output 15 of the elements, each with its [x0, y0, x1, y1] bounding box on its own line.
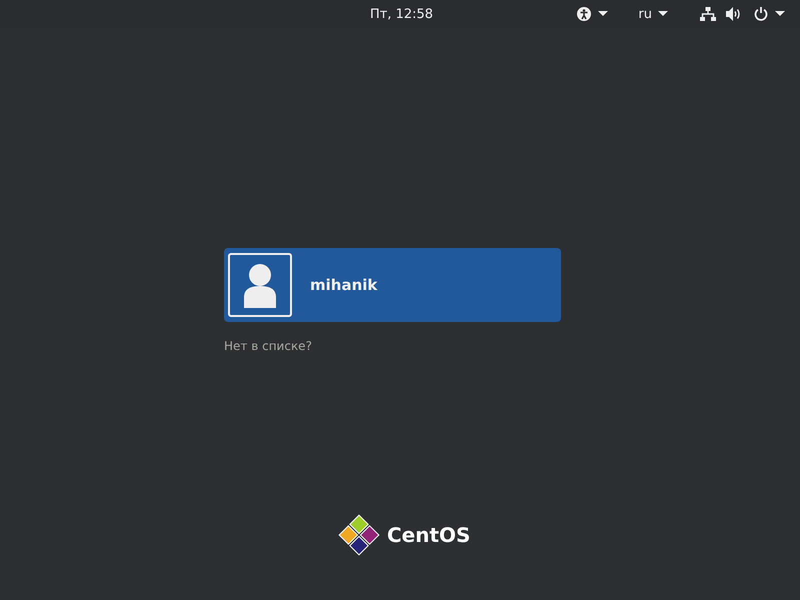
accessibility-icon[interactable] — [577, 7, 592, 21]
caret-icon[interactable] — [658, 11, 668, 17]
language-indicator[interactable]: ru — [638, 6, 652, 22]
logo-text: CentOS — [387, 523, 470, 547]
clock[interactable]: Пт, 12:58 — [370, 6, 434, 22]
volume-icon[interactable] — [726, 7, 742, 21]
user-name: mihanik — [310, 276, 378, 294]
caret-icon[interactable] — [775, 11, 785, 17]
logo-icon — [337, 513, 381, 557]
user-item[interactable]: mihanik — [224, 248, 561, 322]
network-icon[interactable] — [700, 7, 716, 21]
avatar-icon — [228, 253, 292, 317]
caret-icon[interactable] — [598, 11, 608, 17]
not-listed-link[interactable]: Нет в списке? — [224, 339, 312, 353]
power-icon[interactable] — [754, 7, 768, 21]
